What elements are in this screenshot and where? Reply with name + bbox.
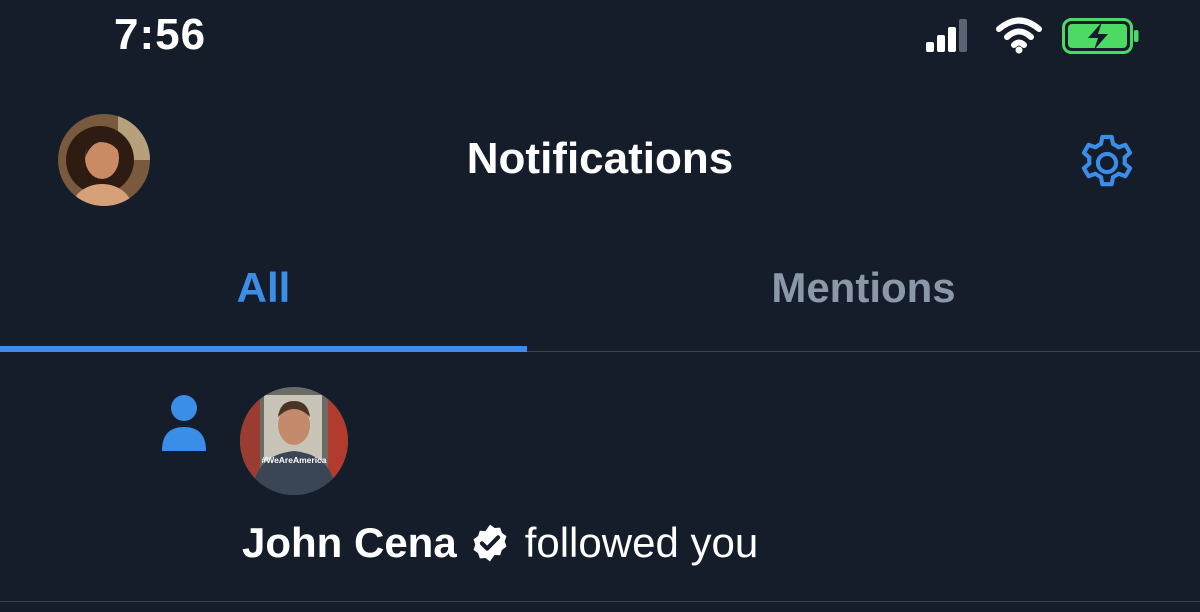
cellular-signal-icon bbox=[926, 18, 968, 52]
person-icon bbox=[162, 395, 206, 451]
notification-action: followed you bbox=[524, 519, 759, 566]
john-cena-avatar[interactable]: #WeAreAmerica bbox=[240, 387, 348, 495]
status-time: 7:56 bbox=[114, 10, 207, 59]
page-title: Notifications bbox=[466, 134, 734, 183]
status-bar: 7:56 bbox=[0, 0, 1200, 80]
notification-tabs: All Mentions bbox=[0, 240, 1200, 352]
notification-text: John Cena followed you bbox=[242, 519, 758, 567]
battery-charging-icon bbox=[1062, 18, 1139, 54]
tab-all[interactable]: All bbox=[0, 240, 527, 352]
tab-mentions[interactable]: Mentions bbox=[527, 240, 1200, 352]
notification-item[interactable]: #WeAreAmerica John Cena followed you bbox=[0, 353, 1200, 601]
header: Notifications bbox=[0, 100, 1200, 220]
wifi-icon bbox=[996, 17, 1042, 54]
active-tab-indicator bbox=[0, 346, 527, 352]
user-name[interactable]: John Cena bbox=[242, 519, 457, 567]
verified-badge-icon bbox=[473, 524, 507, 562]
notification-divider bbox=[0, 601, 1200, 602]
gear-icon[interactable] bbox=[1074, 130, 1140, 196]
avatar-caption: #WeAreAmerica bbox=[261, 455, 326, 465]
